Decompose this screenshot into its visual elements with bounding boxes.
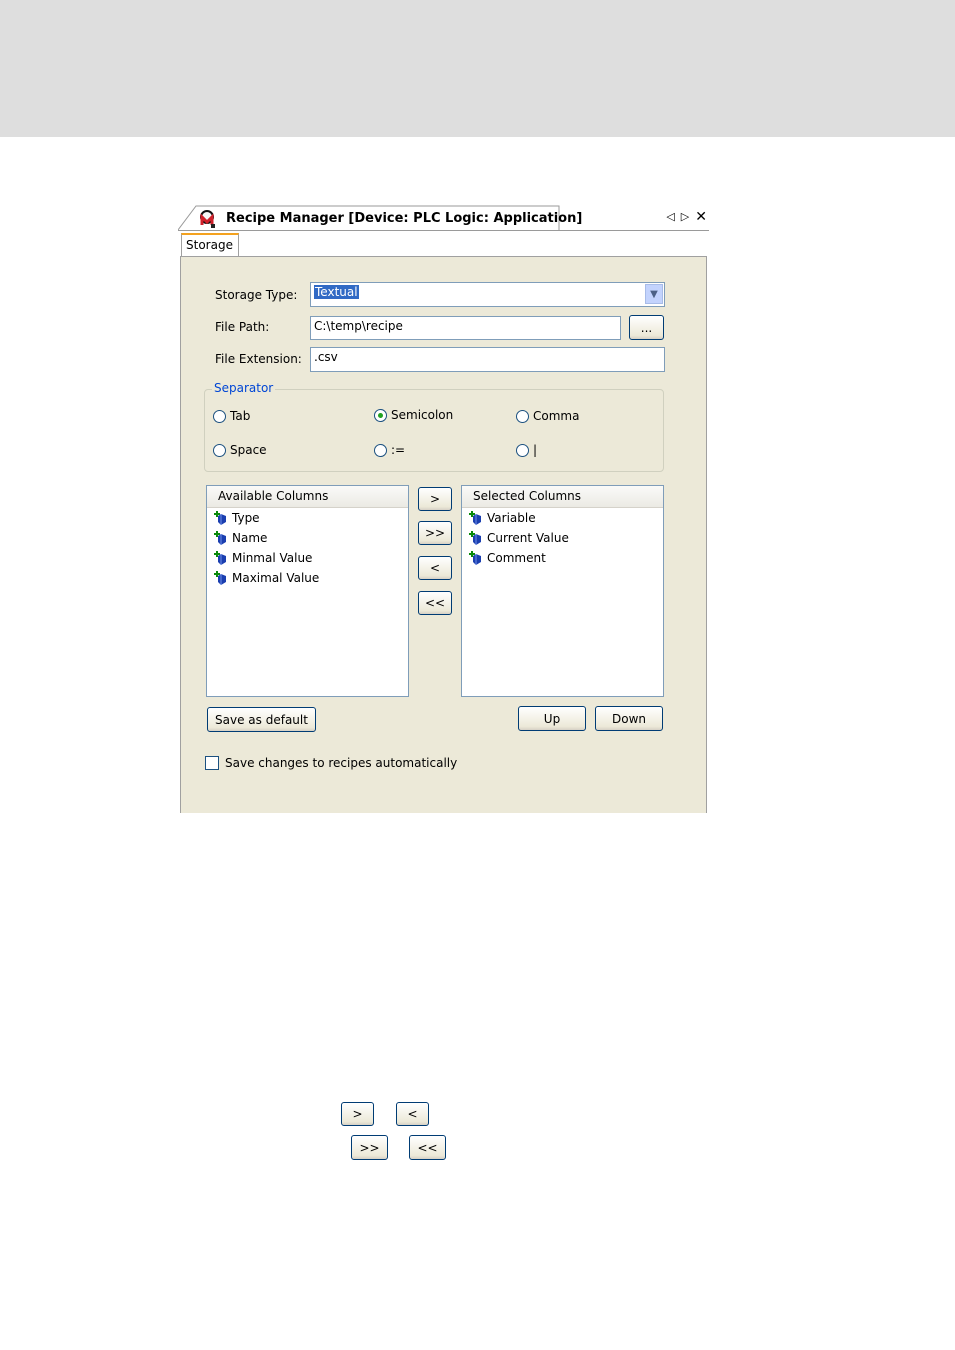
column-item-icon bbox=[469, 531, 481, 545]
column-item-icon bbox=[214, 511, 226, 525]
radio-tab-indicator[interactable] bbox=[213, 409, 226, 423]
window-title: Recipe Manager [Device: PLC Logic: Appli… bbox=[226, 211, 583, 226]
tab-nav-controls: ◁ ▷ ✕ bbox=[666, 210, 707, 224]
radio-semicolon[interactable]: Semicolon bbox=[374, 408, 453, 422]
recipe-manager-icon bbox=[200, 210, 215, 228]
list-item[interactable]: Variable bbox=[462, 508, 663, 528]
move-down-button[interactable]: Down bbox=[595, 706, 663, 731]
list-item[interactable]: Type bbox=[207, 508, 408, 528]
column-item-icon bbox=[469, 551, 481, 565]
radio-comma-indicator[interactable] bbox=[516, 409, 529, 423]
storage-type-label: Storage Type: bbox=[215, 288, 298, 302]
editor-title-tab[interactable]: Recipe Manager [Device: PLC Logic: Appli… bbox=[178, 205, 582, 231]
sample-remove-button[interactable]: < bbox=[396, 1102, 429, 1126]
selected-columns-header: Selected Columns bbox=[462, 486, 663, 508]
save-as-default-button[interactable]: Save as default bbox=[207, 707, 316, 732]
available-column-label: Maximal Value bbox=[232, 571, 320, 585]
file-path-label: File Path: bbox=[215, 320, 270, 334]
column-item-icon bbox=[214, 551, 226, 565]
list-item[interactable]: Comment bbox=[462, 548, 663, 568]
nav-left-icon[interactable]: ◁ bbox=[666, 210, 674, 224]
radio-space[interactable]: Space bbox=[213, 443, 267, 457]
add-all-columns-button[interactable]: >> bbox=[418, 521, 452, 545]
radio-tab[interactable]: Tab bbox=[213, 409, 250, 423]
radio-pipe-label: | bbox=[533, 443, 538, 457]
browse-button[interactable]: ... bbox=[629, 315, 664, 340]
remove-all-columns-button[interactable]: << bbox=[418, 591, 452, 615]
separator-group bbox=[204, 389, 664, 472]
radio-comma-label: Comma bbox=[533, 409, 580, 423]
title-divider bbox=[178, 230, 709, 231]
move-up-button[interactable]: Up bbox=[518, 706, 586, 731]
selected-column-label: Variable bbox=[487, 511, 536, 525]
separator-group-title: Separator bbox=[212, 381, 276, 395]
nav-right-icon[interactable]: ▷ bbox=[681, 210, 689, 224]
auto-save-label: Save changes to recipes automatically bbox=[225, 756, 458, 770]
file-extension-input[interactable]: .csv bbox=[310, 347, 665, 372]
storage-type-value: Textual bbox=[314, 285, 359, 299]
radio-semicolon-indicator[interactable] bbox=[374, 408, 387, 422]
column-item-icon bbox=[214, 531, 226, 545]
sample-remove-all-button[interactable]: << bbox=[409, 1135, 446, 1160]
close-icon[interactable]: ✕ bbox=[695, 210, 707, 224]
available-column-label: Minmal Value bbox=[232, 551, 313, 565]
file-path-input[interactable]: C:\temp\recipe bbox=[310, 316, 621, 340]
auto-save-checkbox[interactable] bbox=[205, 756, 219, 770]
column-item-icon bbox=[469, 511, 481, 525]
list-item[interactable]: Minmal Value bbox=[207, 548, 408, 568]
radio-pipe[interactable]: | bbox=[516, 443, 537, 457]
file-extension-label: File Extension: bbox=[215, 352, 302, 366]
radio-tab-label: Tab bbox=[230, 409, 251, 423]
available-columns-header: Available Columns bbox=[207, 486, 408, 508]
radio-semicolon-label: Semicolon bbox=[391, 408, 454, 422]
list-item[interactable]: Maximal Value bbox=[207, 568, 408, 588]
available-column-label: Type bbox=[232, 511, 260, 525]
column-item-icon bbox=[214, 571, 226, 585]
list-item[interactable]: Name bbox=[207, 528, 408, 548]
radio-assign[interactable]: := bbox=[374, 443, 405, 457]
storage-type-select[interactable]: Textual ▼ bbox=[310, 282, 665, 307]
list-item[interactable]: Current Value bbox=[462, 528, 663, 548]
dropdown-arrow-icon[interactable]: ▼ bbox=[645, 284, 663, 304]
available-columns-list[interactable]: Available Columns Type Name Minmal Value… bbox=[206, 485, 409, 697]
selected-column-label: Comment bbox=[487, 551, 546, 565]
radio-space-indicator[interactable] bbox=[213, 443, 226, 457]
radio-assign-indicator[interactable] bbox=[374, 443, 387, 457]
available-column-label: Name bbox=[232, 531, 268, 545]
tab-storage[interactable]: Storage bbox=[181, 233, 239, 257]
remove-column-button[interactable]: < bbox=[418, 556, 452, 580]
sample-add-button[interactable]: > bbox=[341, 1102, 374, 1126]
add-column-button[interactable]: > bbox=[418, 487, 452, 511]
selected-column-label: Current Value bbox=[487, 531, 569, 545]
page-header-band bbox=[0, 0, 955, 137]
radio-comma[interactable]: Comma bbox=[516, 409, 579, 423]
radio-pipe-indicator[interactable] bbox=[516, 443, 529, 457]
radio-assign-label: := bbox=[391, 443, 406, 457]
recipe-manager-window: Recipe Manager [Device: PLC Logic: Appli… bbox=[178, 205, 709, 813]
radio-space-label: Space bbox=[230, 443, 267, 457]
selected-columns-list[interactable]: Selected Columns Variable Current Value … bbox=[461, 485, 664, 697]
sample-add-all-button[interactable]: >> bbox=[351, 1135, 388, 1160]
